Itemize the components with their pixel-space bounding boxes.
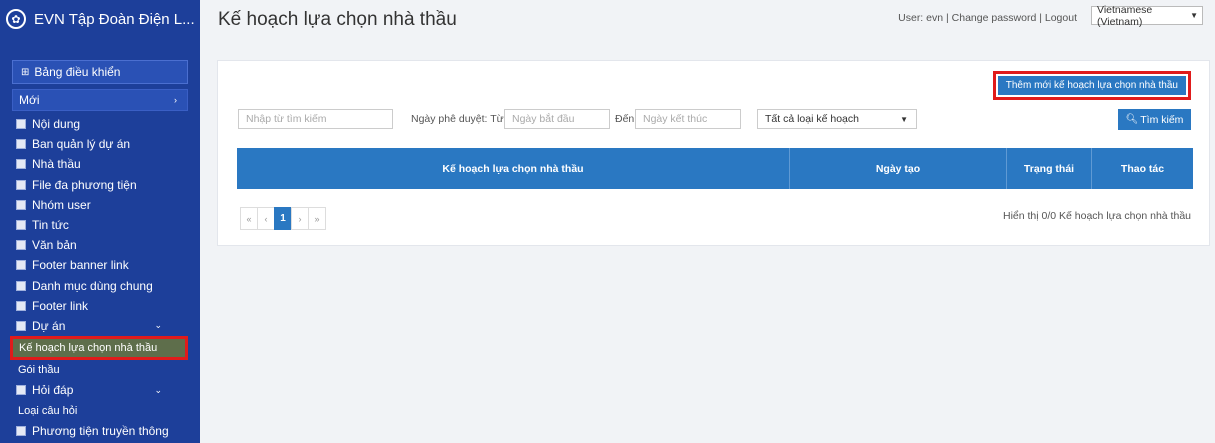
sidebar-item-label: Ban quản lý dự án xyxy=(32,137,131,152)
sidebar-item-shared-catalog[interactable]: Danh mục dùng chung xyxy=(12,276,200,296)
list-icon xyxy=(16,300,26,311)
plan-type-select[interactable]: Tất cả loại kế hoạch ▼ xyxy=(757,109,917,129)
chevron-down-icon: ⌄ xyxy=(154,384,162,395)
table-header-row: Kế hoạch lựa chọn nhà thầu Ngày tạo Trạn… xyxy=(237,148,1193,189)
sidebar-group-new[interactable]: Mới › xyxy=(12,89,188,111)
last-page-button[interactable]: » xyxy=(308,207,326,230)
sidebar-item-label: Danh mục dùng chung xyxy=(32,278,153,293)
list-icon xyxy=(16,139,26,150)
chevron-right-icon: › xyxy=(174,95,177,105)
sidebar-item-media[interactable]: Phương tiện truyền thông xyxy=(12,421,200,441)
page-1-button[interactable]: 1 xyxy=(274,207,292,230)
user-name: User: evn xyxy=(898,12,944,24)
column-header-status[interactable]: Trạng thái xyxy=(1006,148,1092,189)
sidebar-item-label: Gói thầu xyxy=(18,364,60,377)
sidebar-item-label: File đa phương tiện xyxy=(32,177,137,192)
column-header-created-date[interactable]: Ngày tạo xyxy=(789,148,1007,189)
filter-bar: Nhập từ tìm kiếm Ngày phê duyệt: Từ Ngày… xyxy=(238,109,1191,131)
sidebar-group-label: Mới xyxy=(19,93,40,107)
sidebar-item-label: Tin tức xyxy=(32,218,69,233)
sidebar-item-label: Footer link xyxy=(32,298,89,313)
sidebar-item-label: Nhóm user xyxy=(32,197,91,212)
search-input[interactable]: Nhập từ tìm kiếm xyxy=(238,109,393,129)
sidebar-item-label: Kế hoạch lựa chọn nhà thầu xyxy=(19,342,158,355)
caret-down-icon: ▼ xyxy=(1190,11,1198,20)
sidebar-item-footer-banner-link[interactable]: Footer banner link xyxy=(12,255,200,275)
sidebar-item-label: Bảng điều khiển xyxy=(34,65,121,79)
results-summary: Hiển thị 0/0 Kế hoạch lựa chọn nhà thầu xyxy=(1003,210,1191,222)
language-value: Vietnamese (Vietnam) xyxy=(1097,3,1153,28)
change-password-link[interactable]: Change password xyxy=(952,12,1037,24)
list-icon xyxy=(16,385,26,396)
topbar: Kế hoạch lựa chọn nhà thầu User: evn | C… xyxy=(200,0,1215,40)
media-icon xyxy=(16,425,26,436)
sidebar-item-label: Phương tiện truyền thông xyxy=(32,423,169,438)
dashboard-icon: ⊞ xyxy=(21,66,30,78)
list-icon xyxy=(16,159,26,170)
page-title: Kế hoạch lựa chọn nhà thầu xyxy=(218,9,457,30)
language-select[interactable]: Vietnamese (Vietnam) ▼ xyxy=(1091,3,1203,28)
list-icon xyxy=(16,260,26,271)
app-title: EVN Tập Đoàn Điện L... xyxy=(34,10,195,28)
sidebar-item-label: Dự án xyxy=(32,318,66,333)
list-icon xyxy=(16,119,26,130)
sidebar-item-label: Nội dung xyxy=(32,117,81,132)
next-page-button[interactable]: › xyxy=(291,207,309,230)
brand[interactable]: ✿ EVN Tập Đoàn Điện L... xyxy=(0,0,200,38)
approval-date-label: Ngày phê duyệt: Từ xyxy=(411,113,504,125)
column-header-actions: Thao tác xyxy=(1091,148,1193,189)
sidebar-item-label: Footer banner link xyxy=(32,258,129,273)
sidebar-item-label: Nhà thầu xyxy=(32,157,81,172)
search-button-label: Tìm kiếm xyxy=(1140,113,1184,126)
user-bar: User: evn | Change password | Logout xyxy=(898,12,1077,24)
list-icon xyxy=(16,280,26,291)
first-page-button[interactable]: « xyxy=(240,207,258,230)
sidebar-item-bid-package[interactable]: Gói thầu xyxy=(12,360,200,380)
sidebar-item-news[interactable]: Tin tức xyxy=(12,215,200,235)
sidebar: ✿ EVN Tập Đoàn Điện L... ⊞ Bảng điều khi… xyxy=(0,0,200,443)
sidebar-item-dashboard[interactable]: ⊞ Bảng điều khiển xyxy=(12,60,188,84)
search-button[interactable]: 🔍︎ Tìm kiếm xyxy=(1118,109,1191,130)
logout-link[interactable]: Logout xyxy=(1045,12,1077,24)
search-icon: 🔍︎ xyxy=(1125,114,1139,125)
content-card: Thêm mới kế hoạch lựa chọn nhà thầu Nhập… xyxy=(217,60,1210,246)
sidebar-item-documents[interactable]: Văn bản xyxy=(12,235,200,255)
add-plan-button[interactable]: Thêm mới kế hoạch lựa chọn nhà thầu xyxy=(997,76,1186,95)
sidebar-item-footer-link[interactable]: Footer link xyxy=(12,296,200,316)
sidebar-item-question-type[interactable]: Loại câu hỏi xyxy=(12,400,200,420)
sidebar-item-label: Loại câu hỏi xyxy=(18,404,78,417)
sidebar-item-faq[interactable]: Hỏi đáp ⌄ xyxy=(12,380,200,400)
sidebar-item-project-board[interactable]: Ban quản lý dự án xyxy=(12,134,200,154)
plan-type-value: Tất cả loại kế hoạch xyxy=(765,113,859,125)
sidebar-menu: Nội dung Ban quản lý dự án Nhà thầu File… xyxy=(0,114,200,441)
end-date-input[interactable]: Ngày kết thúc xyxy=(635,109,741,129)
sidebar-item-project[interactable]: Dự án ⌄ xyxy=(12,316,200,336)
list-icon xyxy=(16,199,26,210)
start-date-input[interactable]: Ngày bắt đầu xyxy=(504,109,610,129)
add-button-highlight: Thêm mới kế hoạch lựa chọn nhà thầu xyxy=(992,71,1191,100)
sidebar-item-label: Văn bản xyxy=(32,238,77,253)
list-icon xyxy=(16,240,26,251)
sidebar-item-user-group[interactable]: Nhóm user xyxy=(12,195,200,215)
chevron-down-icon: ⌄ xyxy=(154,320,162,331)
pagination: « ‹ 1 › » xyxy=(240,207,326,230)
caret-down-icon: ▼ xyxy=(900,114,908,124)
sidebar-item-contractor[interactable]: Nhà thầu xyxy=(12,154,200,174)
prev-page-button[interactable]: ‹ xyxy=(257,207,275,230)
list-icon xyxy=(16,320,26,331)
to-label: Đến xyxy=(615,113,635,125)
sidebar-item-media-files[interactable]: File đa phương tiện xyxy=(12,175,200,195)
sidebar-item-label: Hỏi đáp xyxy=(32,383,74,398)
plan-table: Kế hoạch lựa chọn nhà thầu Ngày tạo Trạn… xyxy=(237,148,1193,189)
evn-logo-icon: ✿ xyxy=(6,9,26,29)
sidebar-item-content[interactable]: Nội dung xyxy=(12,114,200,134)
column-header-plan[interactable]: Kế hoạch lựa chọn nhà thầu xyxy=(237,148,790,189)
list-icon xyxy=(16,179,26,190)
list-icon xyxy=(16,220,26,231)
sidebar-item-procurement-plan[interactable]: Kế hoạch lựa chọn nhà thầu xyxy=(10,336,188,361)
